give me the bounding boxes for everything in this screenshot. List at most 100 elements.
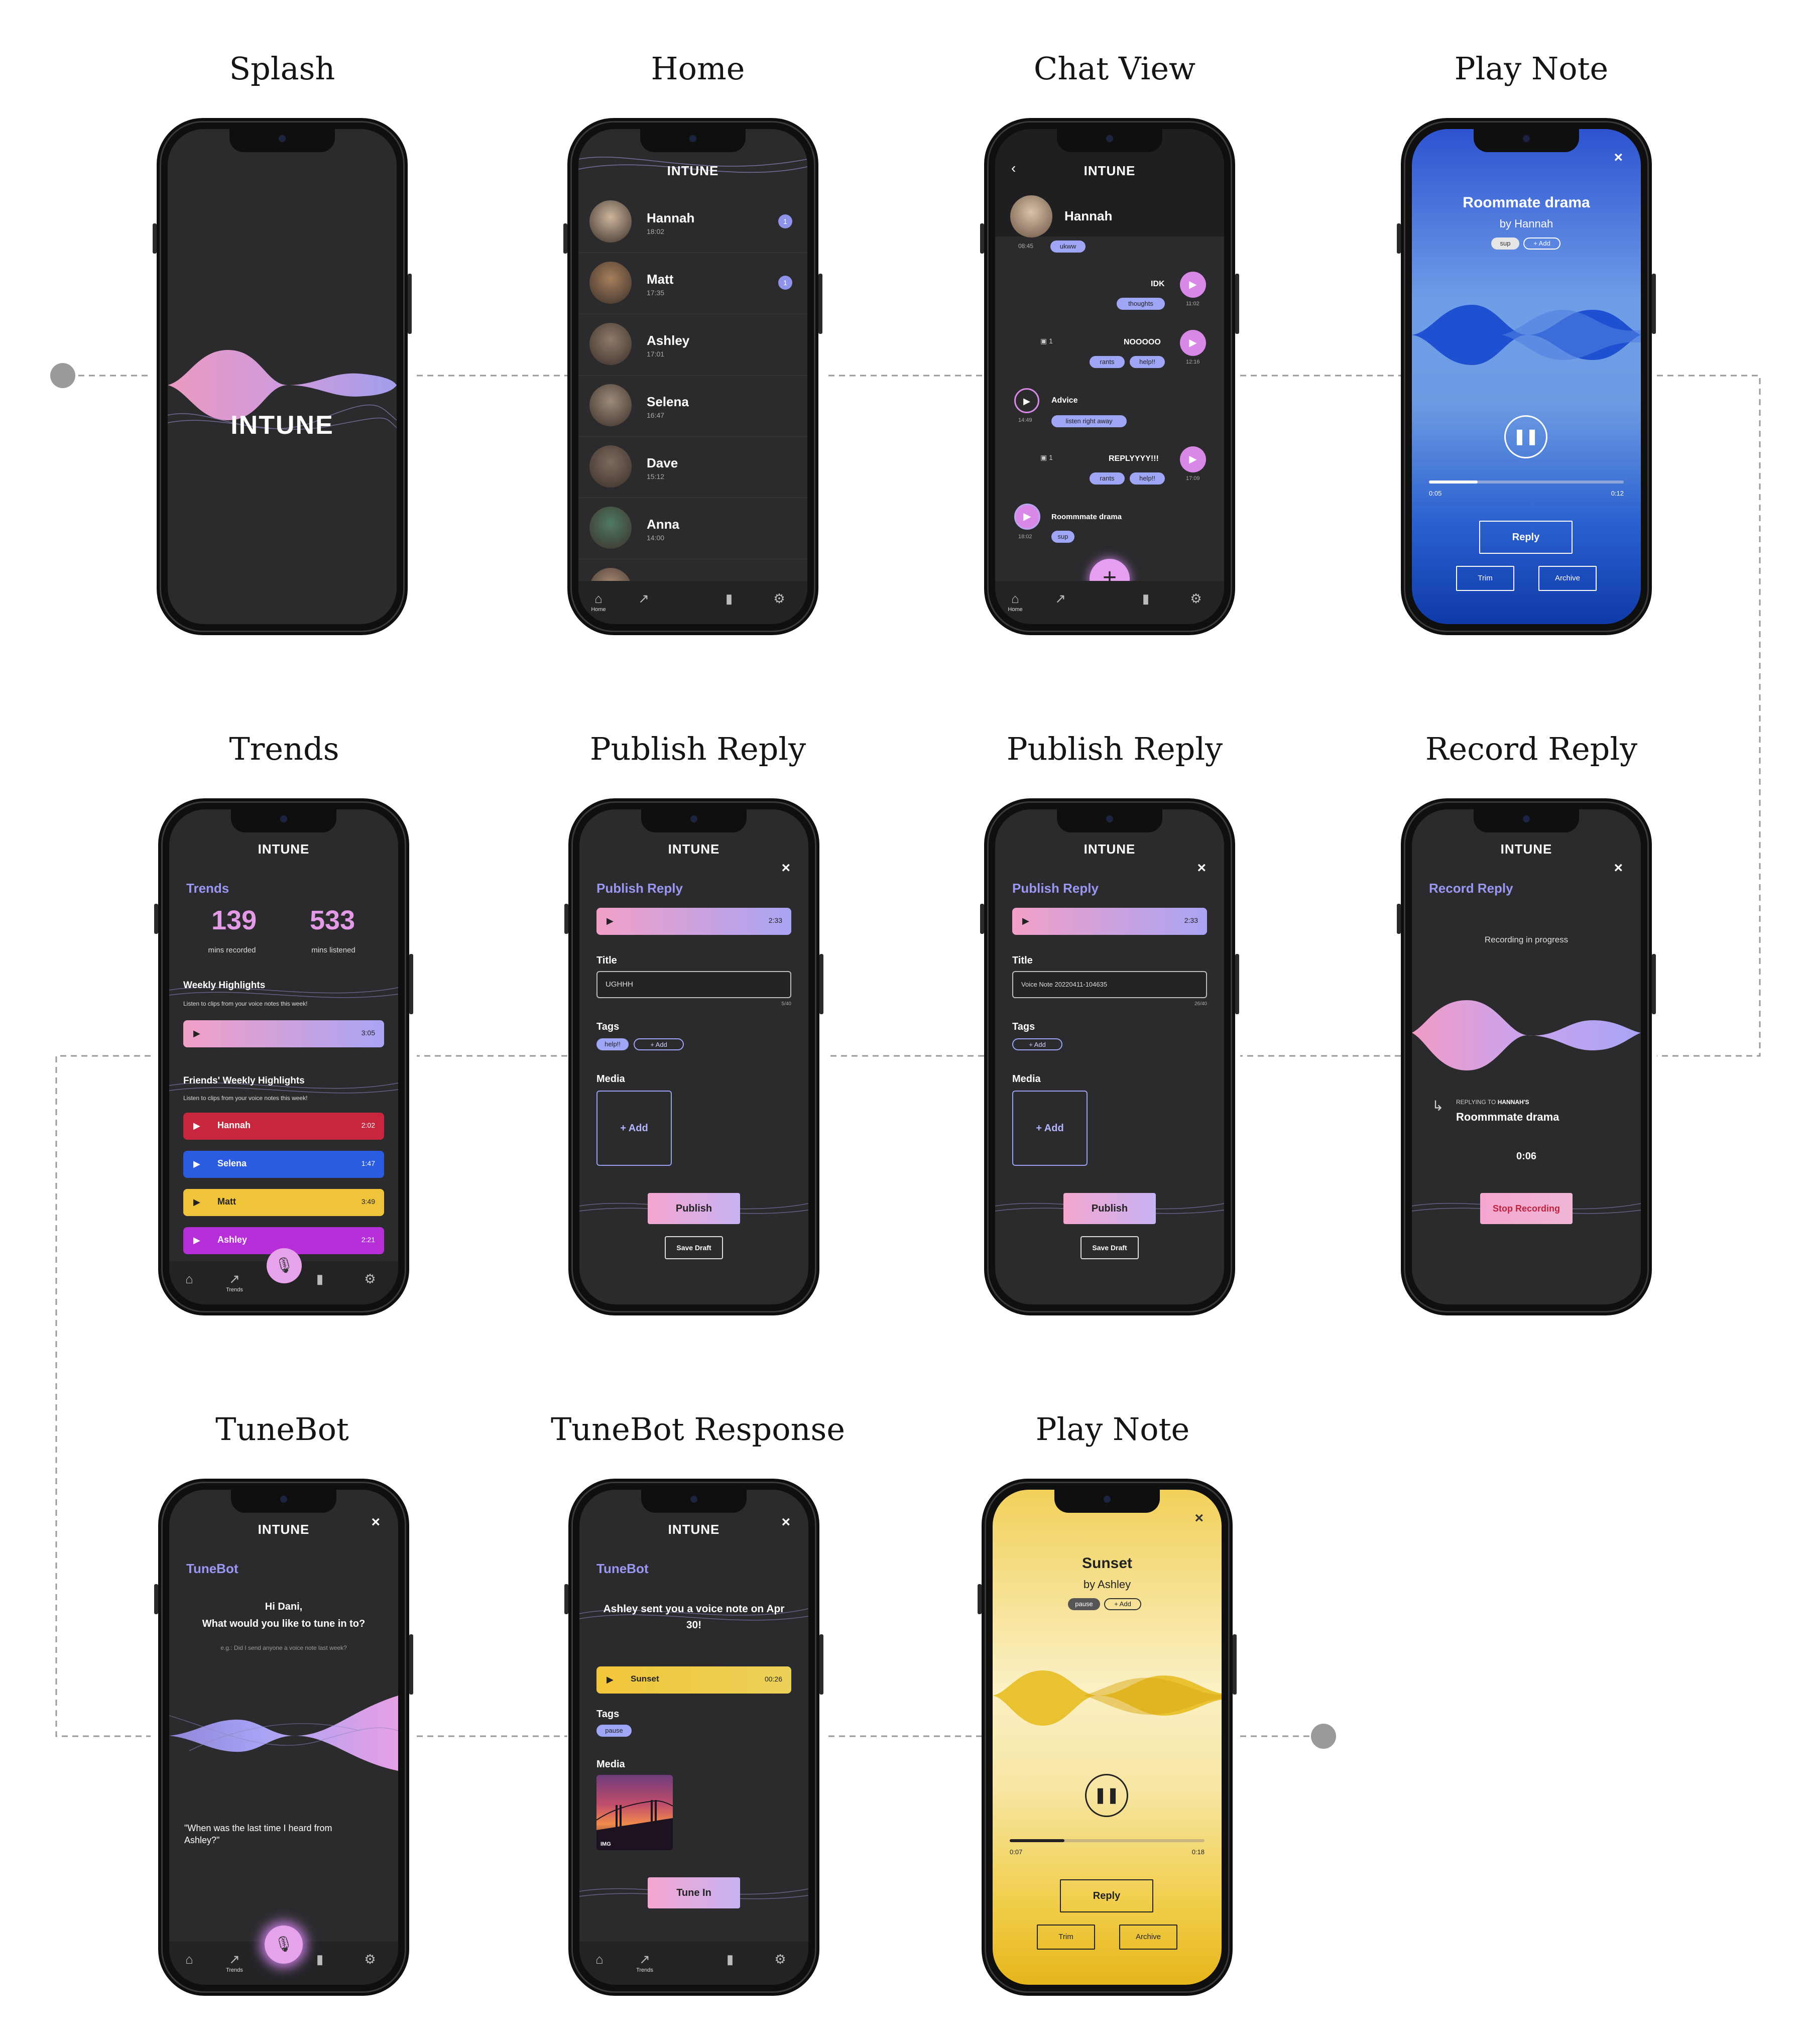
message-tag[interactable]: ukww: [1050, 241, 1086, 253]
contact-row[interactable]: Selena 16:47: [578, 376, 807, 437]
weekly-title: Weekly Highlights: [183, 980, 266, 991]
tab-saved[interactable]: ▮: [305, 1952, 335, 1967]
play-button[interactable]: ▶: [1180, 330, 1206, 356]
play-button[interactable]: ▶: [1180, 446, 1206, 472]
tab-home[interactable]: ⌂: [174, 1271, 204, 1287]
message-tag[interactable]: listen right away: [1051, 415, 1127, 427]
phone-publish-reply: INTUNE × Publish Reply ▶ 2:33 Title UGHH…: [564, 798, 823, 1315]
tab-home[interactable]: ⌂ Home: [1000, 591, 1030, 613]
tab-saved[interactable]: ▮: [714, 591, 744, 607]
phone-home: INTUNE Hannah 18:02 1 Matt 17:35 1 Ashley 17:01…: [563, 118, 822, 635]
tab-saved[interactable]: ▮: [305, 1271, 335, 1287]
friend-highlight-player[interactable]: ▶ Matt 3:49: [183, 1189, 384, 1216]
reply-audio-player[interactable]: ▶ 2:33: [596, 908, 791, 935]
play-button[interactable]: ▶: [1180, 272, 1206, 298]
message-tag[interactable]: help!!: [1130, 356, 1165, 368]
message-tag[interactable]: rants: [1090, 356, 1125, 368]
play-button[interactable]: ▶: [1014, 388, 1039, 413]
title-field[interactable]: UGHHH: [596, 971, 791, 998]
tab-home[interactable]: ⌂ Home: [583, 591, 614, 613]
close-icon[interactable]: ×: [371, 1514, 380, 1531]
close-icon[interactable]: ×: [1194, 1510, 1204, 1527]
contact-row[interactable]: Hannah 18:02 1: [578, 192, 807, 253]
close-icon[interactable]: ×: [781, 1514, 790, 1531]
contact-row[interactable]: Matt 17:35 1: [578, 254, 807, 314]
tab-settings[interactable]: ⚙: [355, 1271, 385, 1287]
reply-button[interactable]: Reply: [1060, 1879, 1153, 1912]
message-tag[interactable]: thoughts: [1117, 298, 1165, 310]
publish-button[interactable]: Publish: [1063, 1193, 1156, 1224]
pause-button[interactable]: ❚❚: [1504, 415, 1547, 458]
close-icon[interactable]: ×: [1614, 860, 1623, 877]
tab-home[interactable]: ⌂: [174, 1952, 204, 1967]
weekly-highlight-player[interactable]: ▶ 3:05: [183, 1020, 384, 1047]
play-button[interactable]: ▶: [1014, 504, 1040, 530]
add-tag-button[interactable]: + Add: [1012, 1038, 1062, 1050]
tab-trends[interactable]: ↗: [1045, 591, 1075, 607]
contact-row[interactable]: Ashley 17:01: [578, 315, 807, 376]
contact-row[interactable]: Dave 15:12: [578, 437, 807, 498]
message-time: 17:09: [1186, 475, 1200, 482]
message-tag[interactable]: help!!: [1130, 472, 1165, 485]
image-icon: ▣: [1040, 453, 1047, 461]
archive-button[interactable]: Archive: [1119, 1925, 1177, 1950]
tune-in-button[interactable]: Tune In: [648, 1877, 740, 1908]
note-tag[interactable]: sup: [1491, 237, 1519, 250]
progress-start: 0:07: [1010, 1848, 1023, 1856]
add-media-button[interactable]: + Add: [1012, 1091, 1088, 1166]
record-button[interactable]: 🎙: [265, 1926, 303, 1964]
trim-button[interactable]: Trim: [1037, 1925, 1095, 1950]
message-time: 14:49: [1018, 417, 1032, 423]
friend-highlight-player[interactable]: ▶ Hannah 2:02: [183, 1113, 384, 1140]
contact-row[interactable]: Anna 14:00: [578, 499, 807, 559]
title-field[interactable]: Voice Note 20220411-104635: [1012, 971, 1207, 998]
progress-track[interactable]: [1429, 480, 1624, 484]
tab-bar: ⌂ ↗ Trends ▮ ⚙: [579, 1942, 808, 1985]
add-tag-button[interactable]: + Add: [1104, 1598, 1141, 1610]
tab-settings[interactable]: ⚙: [764, 591, 794, 607]
tab-trends[interactable]: ↗ Trends: [630, 1952, 660, 1973]
media-thumbnail[interactable]: IMG: [596, 1775, 673, 1850]
add-tag-button[interactable]: + Add: [1523, 237, 1560, 250]
add-media-button[interactable]: + Add: [596, 1091, 672, 1166]
friend-name: Ashley: [217, 1235, 248, 1245]
tab-settings[interactable]: ⚙: [1181, 591, 1211, 607]
close-icon[interactable]: ×: [1197, 860, 1206, 877]
close-icon[interactable]: ×: [1614, 149, 1623, 166]
record-button[interactable]: 🎙: [267, 1248, 302, 1283]
tag-chip[interactable]: pause: [596, 1725, 632, 1737]
image-count: ▣ 1: [1040, 337, 1053, 345]
save-draft-button[interactable]: Save Draft: [1080, 1236, 1139, 1259]
tab-home[interactable]: ⌂: [584, 1952, 615, 1967]
tab-saved[interactable]: ▮: [715, 1952, 745, 1967]
tab-saved[interactable]: ▮: [1131, 591, 1161, 607]
pause-button[interactable]: ❚❚: [1085, 1774, 1128, 1817]
progress-track[interactable]: [1010, 1839, 1205, 1842]
archive-button[interactable]: Archive: [1538, 566, 1597, 591]
reply-button[interactable]: Reply: [1479, 521, 1573, 554]
reply-audio-player[interactable]: ▶ 2:33: [1012, 908, 1207, 935]
tag-chip[interactable]: help!!: [596, 1038, 629, 1050]
tab-trends[interactable]: ↗ Trends: [219, 1271, 250, 1293]
stop-recording-button[interactable]: Stop Recording: [1480, 1193, 1573, 1224]
add-tag-button[interactable]: + Add: [634, 1038, 684, 1050]
tab-trends[interactable]: ↗: [629, 591, 659, 607]
message-tag[interactable]: rants: [1090, 472, 1125, 485]
microphone-icon: 🎙: [274, 1257, 294, 1274]
note-tag[interactable]: pause: [1068, 1598, 1100, 1610]
publish-button[interactable]: Publish: [648, 1193, 740, 1224]
friend-highlight-player[interactable]: ▶ Selena 1:47: [183, 1151, 384, 1178]
trim-button[interactable]: Trim: [1456, 566, 1514, 591]
save-draft-button[interactable]: Save Draft: [665, 1236, 723, 1259]
title-label: Title: [596, 955, 617, 966]
tab-settings[interactable]: ⚙: [355, 1952, 385, 1967]
tab-trends[interactable]: ↗ Trends: [219, 1952, 250, 1973]
home-icon: ⌂: [1011, 591, 1019, 606]
found-note-player[interactable]: ▶ Sunset 00:26: [596, 1666, 791, 1694]
home-icon: ⌂: [595, 1952, 604, 1967]
recording-waveform: [1412, 1000, 1641, 1070]
tab-settings[interactable]: ⚙: [765, 1952, 795, 1967]
avatar: [589, 445, 632, 488]
message-tag[interactable]: sup: [1051, 531, 1074, 543]
close-icon[interactable]: ×: [781, 860, 790, 877]
